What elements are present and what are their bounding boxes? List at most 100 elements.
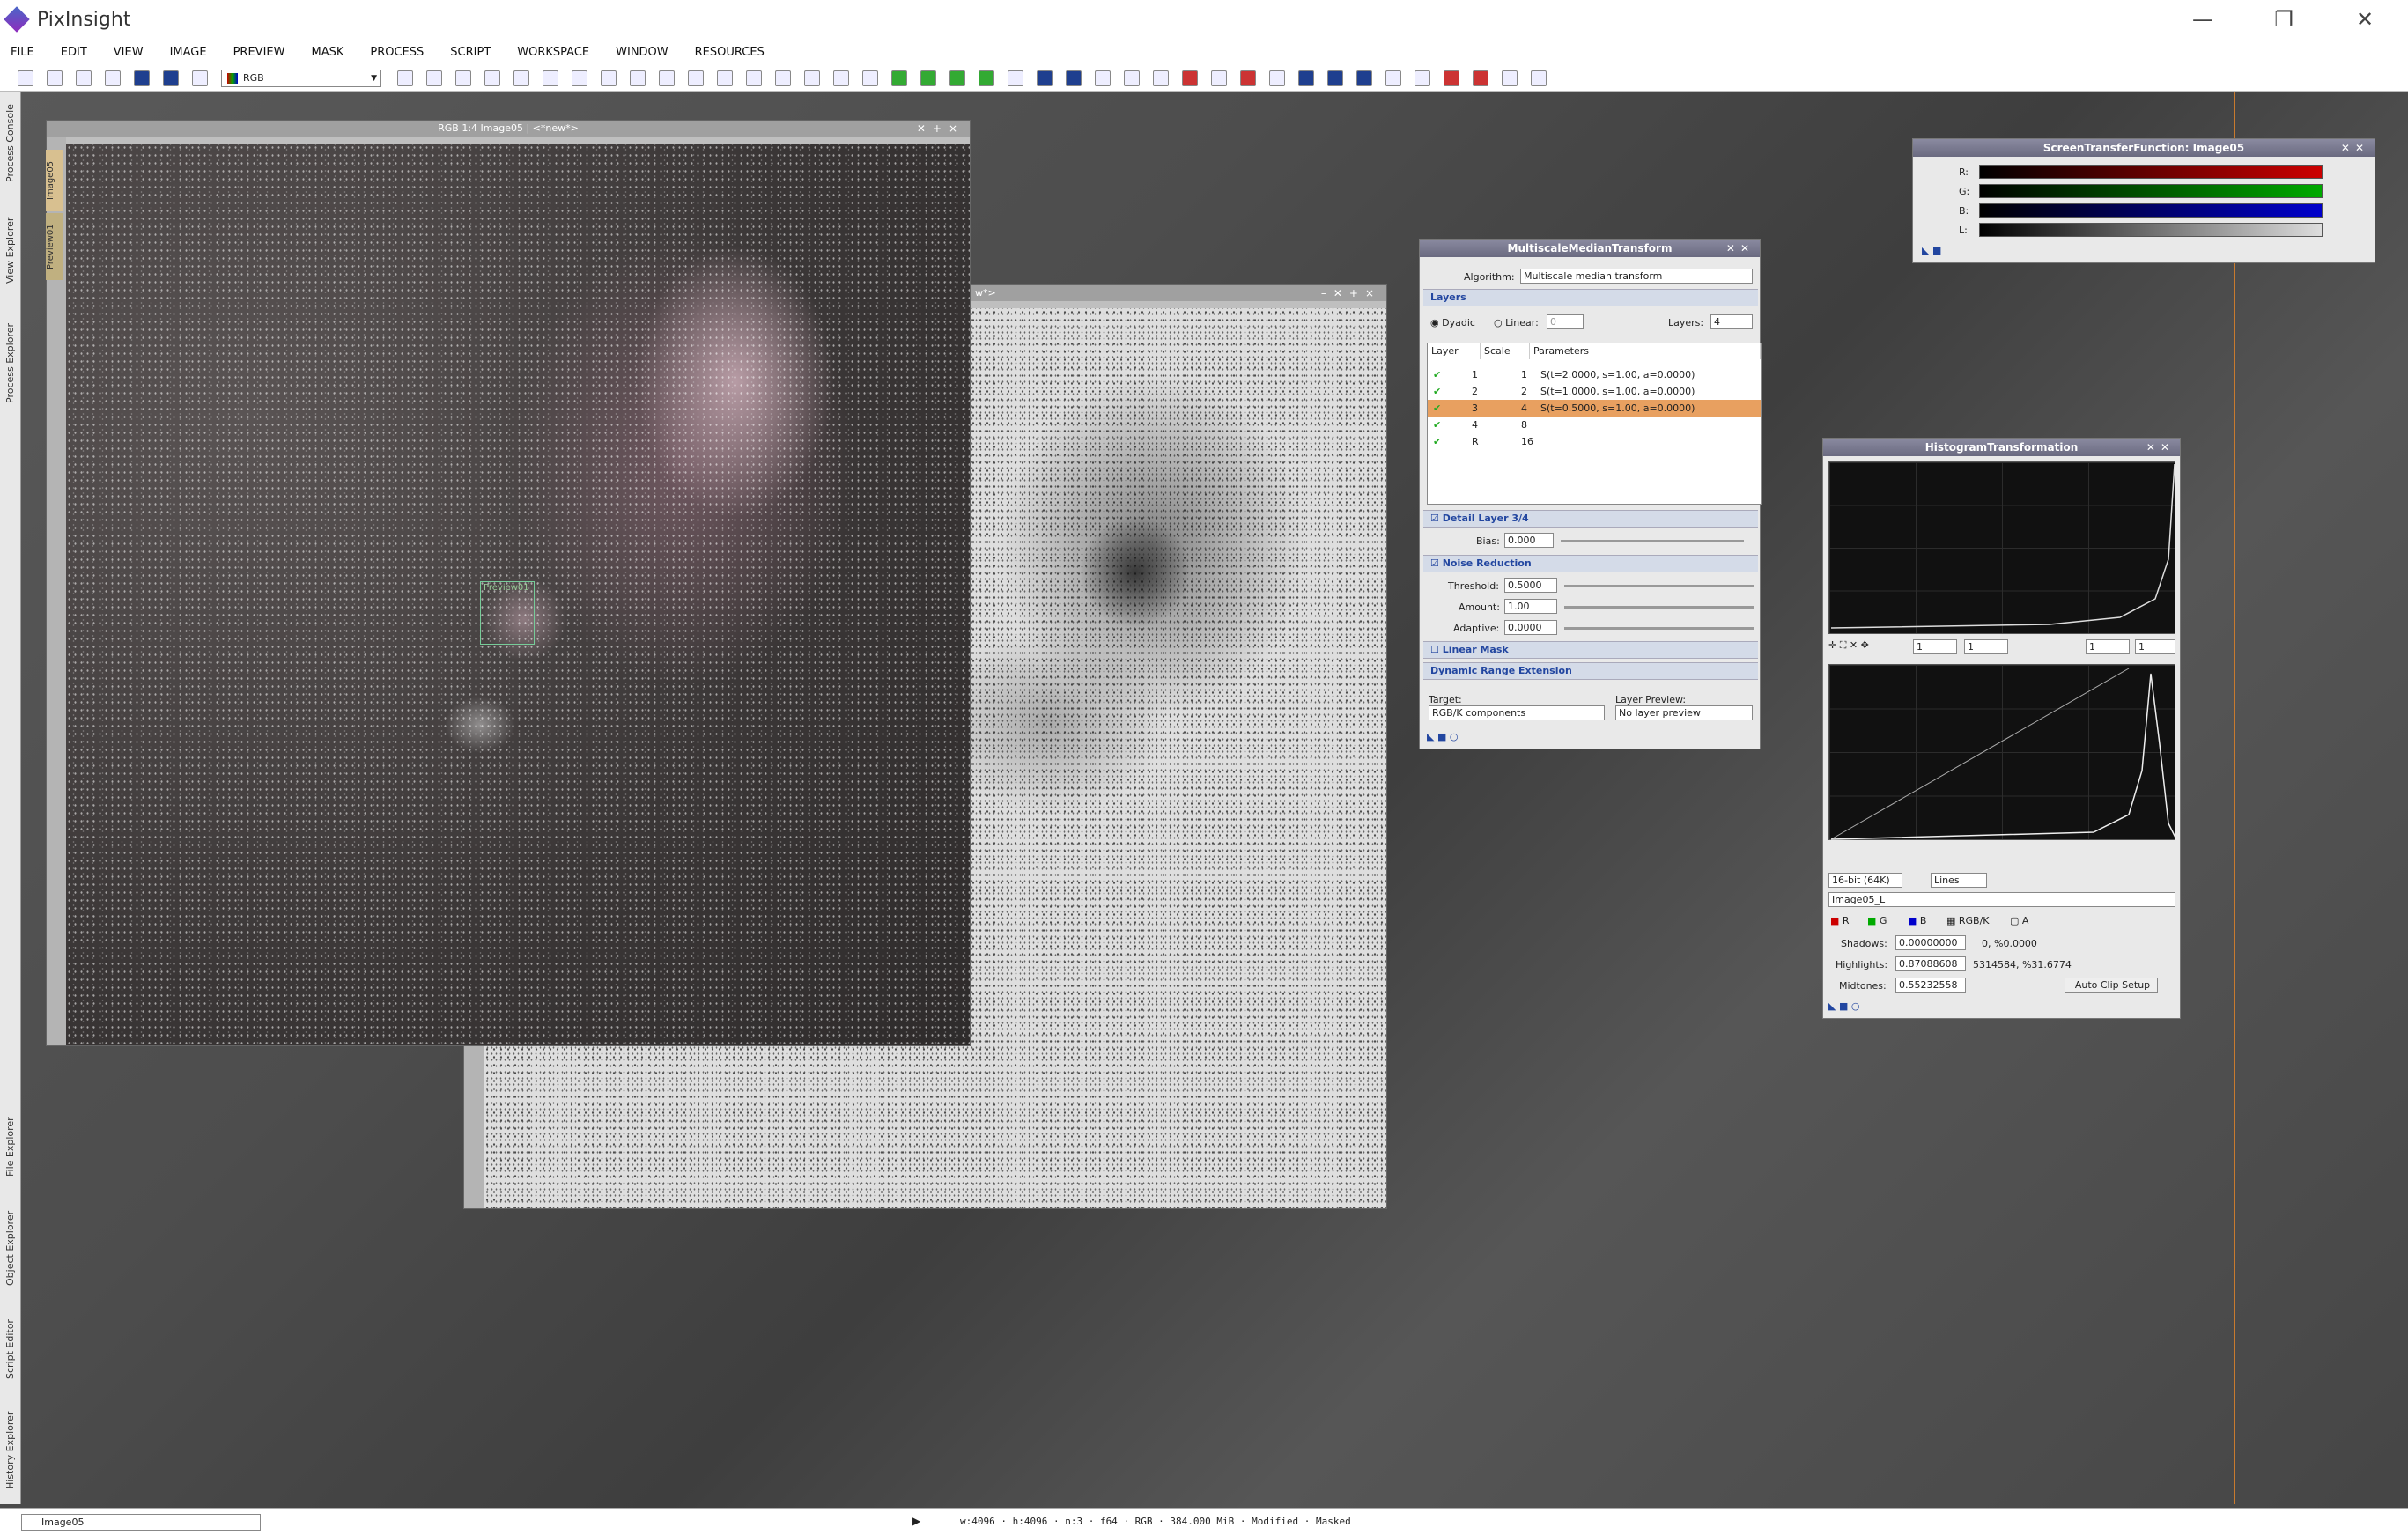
layout-3-icon[interactable] — [833, 70, 849, 86]
play-icon[interactable]: ▶ — [912, 1515, 920, 1527]
col-scale[interactable]: Scale — [1481, 343, 1530, 359]
window-2-icon[interactable] — [1298, 70, 1314, 86]
channel-b[interactable]: ■ B — [1908, 915, 1926, 926]
menu-preview[interactable]: PREVIEW — [233, 46, 285, 59]
noise-reduction-section[interactable]: ☑ Noise Reduction — [1423, 555, 1758, 572]
layout-2-icon[interactable] — [804, 70, 820, 86]
stf-r-bar[interactable] — [1979, 165, 2323, 179]
channel-a[interactable]: ▢ A — [2010, 915, 2028, 926]
layers-count-select[interactable]: 4 — [1710, 314, 1753, 329]
layout-1-icon[interactable] — [775, 70, 791, 86]
channel-r[interactable]: ■ R — [1830, 915, 1850, 926]
workspace-2-icon[interactable] — [1240, 70, 1256, 86]
stf-footer-icons[interactable]: ◣ ■ — [1922, 245, 1941, 256]
close-icon[interactable]: ✕✕ — [2341, 139, 2369, 157]
stf-caption[interactable]: ScreenTransferFunction: Image05 ✕✕ — [1913, 139, 2375, 157]
window-3-icon[interactable] — [1327, 70, 1343, 86]
save-icon[interactable] — [105, 70, 121, 86]
undo-icon[interactable] — [18, 70, 33, 86]
tab-process-console[interactable]: Process Console — [0, 95, 21, 192]
restore-button[interactable]: ❐ — [2262, 4, 2306, 35]
mmt-footer-icons[interactable]: ◣ ■ ○ — [1427, 731, 1458, 742]
screen-1-icon[interactable] — [1356, 70, 1372, 86]
ht-footer-icons[interactable]: ◣ ■ ○ — [1828, 1000, 1859, 1012]
mmt-caption[interactable]: MultiscaleMedianTransform ✕✕ — [1420, 240, 1760, 257]
layer-preview-select[interactable]: No layer preview — [1615, 705, 1753, 720]
ht-caption[interactable]: HistogramTransformation ✕✕ — [1823, 439, 2180, 456]
threshold-slider[interactable] — [1564, 585, 1754, 587]
midtones-input[interactable]: 0.55232558 — [1895, 978, 1966, 993]
shadows-input[interactable]: 0.00000000 — [1895, 935, 1966, 950]
channel-g[interactable]: ■ G — [1867, 915, 1887, 926]
detail-layer-section[interactable]: ☑ Detail Layer 3/4 — [1423, 510, 1758, 528]
monitor-icon[interactable] — [134, 70, 150, 86]
screen-4-icon[interactable] — [1444, 70, 1459, 86]
tab-process-explorer[interactable]: Process Explorer — [0, 310, 21, 416]
fit-icon[interactable] — [426, 70, 442, 86]
color-space-select[interactable]: RGB ▼ — [221, 69, 381, 87]
algorithm-select[interactable]: Multiscale median transform — [1520, 269, 1753, 284]
check-icon[interactable]: ✔ — [1433, 400, 1441, 417]
window-1-icon[interactable] — [1269, 70, 1285, 86]
menu-process[interactable]: PROCESS — [370, 46, 424, 59]
table-row[interactable]: ✔ 4 8 — [1428, 417, 1761, 433]
redo-icon[interactable] — [47, 70, 63, 86]
screen-2-icon[interactable] — [1385, 70, 1401, 86]
zoom-3-icon[interactable] — [746, 70, 762, 86]
input-histogram[interactable] — [1828, 461, 2175, 634]
table-row[interactable]: ✔ 2 2 S(t=1.0000, s=1.00, a=0.0000) — [1428, 383, 1761, 400]
window-controls[interactable]: –✕+× — [1321, 285, 1381, 301]
threshold-input[interactable]: 0.5000 — [1504, 578, 1557, 593]
menu-mask[interactable]: MASK — [311, 46, 343, 59]
open-icon[interactable] — [76, 70, 92, 86]
script-2-icon[interactable] — [1153, 70, 1169, 86]
col-layer[interactable]: Layer — [1428, 343, 1481, 359]
pan-icon[interactable] — [484, 70, 500, 86]
tab-script-editor[interactable]: Script Editor — [0, 1305, 21, 1393]
target-view-select[interactable]: Image05_L — [1828, 892, 2175, 907]
mask-show-icon[interactable] — [1008, 70, 1023, 86]
screen-7-icon[interactable] — [1531, 70, 1547, 86]
check-icon[interactable]: ✔ — [1433, 433, 1441, 450]
menu-image[interactable]: IMAGE — [170, 46, 207, 59]
adaptive-input[interactable]: 0.0000 — [1504, 620, 1557, 635]
zoom-y2-input[interactable]: 1 — [2135, 639, 2175, 654]
save-as-icon[interactable] — [163, 70, 179, 86]
layers-table[interactable]: Layer Scale Parameters ✔ 1 1 S(t=2.0000, s=… — [1427, 343, 1762, 505]
mask-2-icon[interactable] — [920, 70, 936, 86]
process-3-icon[interactable] — [1095, 70, 1111, 86]
stf-l-bar[interactable] — [1979, 223, 2323, 237]
tab-view-explorer[interactable]: View Explorer — [0, 206, 21, 294]
bias-slider[interactable] — [1561, 540, 1744, 542]
amount-slider[interactable] — [1564, 606, 1754, 609]
zoom-x-input[interactable]: 1 — [1913, 639, 1957, 654]
menu-resources[interactable]: RESOURCES — [695, 46, 765, 59]
screen-5-icon[interactable] — [1473, 70, 1488, 86]
target-select[interactable]: RGB/K components — [1429, 705, 1605, 720]
stf-window[interactable]: ScreenTransferFunction: Image05 ✕✕ R: G: … — [1912, 138, 2375, 263]
menu-edit[interactable]: EDIT — [61, 46, 87, 59]
linear-input[interactable]: 0 — [1547, 314, 1584, 329]
zoom-in-icon[interactable] — [630, 70, 646, 86]
mask-4-icon[interactable] — [979, 70, 994, 86]
dyadic-radio[interactable]: ◉ Dyadic — [1430, 317, 1475, 328]
menu-file[interactable]: FILE — [11, 46, 34, 59]
window-caption[interactable]: RGB 1:4 Image05 | <*new*> –✕+× — [47, 121, 970, 137]
zoom-out-icon[interactable] — [659, 70, 675, 86]
stf-b-bar[interactable] — [1979, 203, 2323, 218]
mask-1-icon[interactable] — [891, 70, 907, 86]
zoom-y-input[interactable]: 1 — [1964, 639, 2008, 654]
layout-4-icon[interactable] — [862, 70, 878, 86]
screen-6-icon[interactable] — [1502, 70, 1518, 86]
ht-window[interactable]: HistogramTransformation ✕✕ ✛ ⛶ ✕ ✥ 1 1 1 … — [1822, 438, 2181, 1019]
edit-preview-icon[interactable] — [572, 70, 587, 86]
menu-script[interactable]: SCRIPT — [450, 46, 491, 59]
move-icon[interactable] — [513, 70, 529, 86]
process-1-icon[interactable] — [1037, 70, 1053, 86]
close-button[interactable]: ✕ — [2343, 4, 2387, 35]
tab-history-explorer[interactable]: History Explorer — [0, 1402, 21, 1499]
pointer-icon[interactable] — [397, 70, 413, 86]
process-2-icon[interactable] — [1066, 70, 1082, 86]
tab-image05[interactable]: Image05 — [46, 150, 63, 211]
window-controls[interactable]: –✕+× — [905, 121, 964, 137]
